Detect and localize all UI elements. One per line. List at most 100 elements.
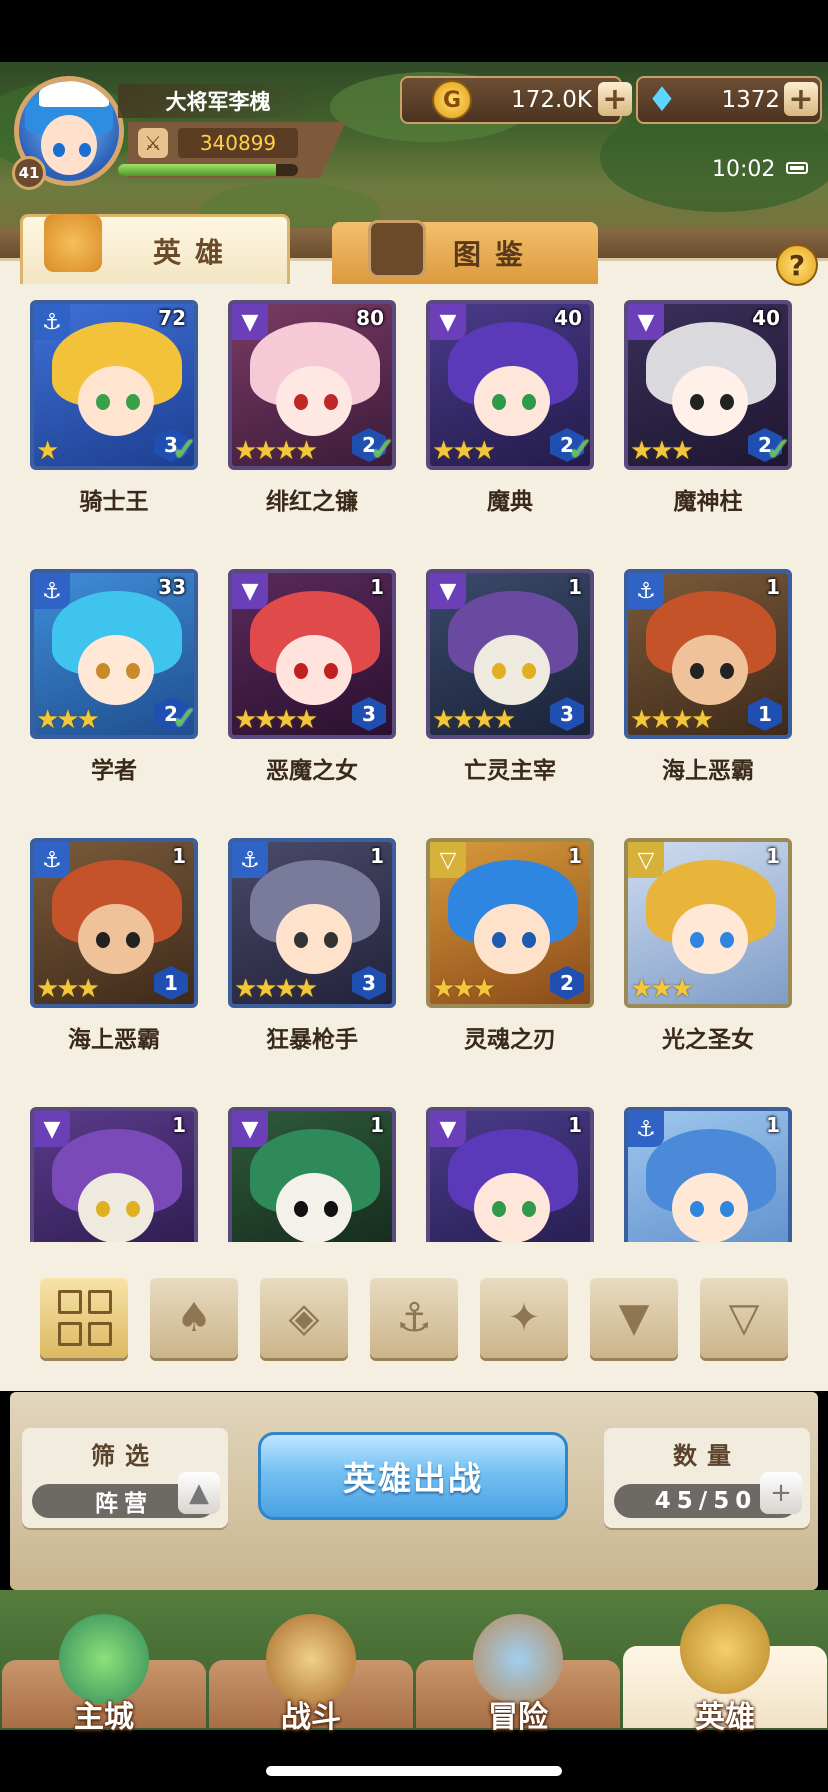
home-indicator[interactable] (266, 1766, 562, 1776)
deploy-heroes-button[interactable]: 英雄出战 (258, 1432, 568, 1520)
nav-main-city-label: 主城 (74, 1700, 134, 1735)
hero-name: 骑士王 (79, 489, 149, 515)
expand-slots-button[interactable]: + (760, 1472, 802, 1514)
demon-faction-icon: ▼ (430, 1111, 466, 1147)
hero-portrait-frame[interactable]: ▼ 1 ★★★★ 3 (426, 569, 594, 739)
hero-level: 1 (766, 1113, 780, 1137)
check-icon: ✓ (171, 430, 198, 468)
battle-icon (266, 1614, 356, 1704)
hero-card[interactable]: ▼ 1 ★★★★ 3 亡灵主宰 (426, 569, 594, 810)
main-city-icon (59, 1614, 149, 1704)
gold-coin-icon: G (432, 80, 472, 120)
hero-card[interactable]: ▼ 1 (426, 1107, 594, 1242)
magnifier-book-icon (368, 220, 426, 278)
heroes-icon (680, 1604, 770, 1694)
hero-portrait-frame[interactable]: ▼ 80 ★★★★ 2 ✓ (228, 300, 396, 470)
hero-card[interactable]: ▼ 1 (228, 1107, 396, 1242)
hero-card[interactable]: ▼ 40 ★★★ 2 ✓ 魔神柱 (624, 300, 792, 541)
holy-faction-filter-button[interactable]: ▽ (700, 1278, 788, 1358)
filter-box: 筛选 阵营 ▲ (22, 1428, 228, 1528)
hero-portrait-frame[interactable]: ⚓ 1 ★★★ 1 (30, 838, 198, 1008)
demon-faction-icon: ▼ (34, 1111, 70, 1147)
hero-portrait-frame[interactable]: ▼ 1 ★★★★ 3 (228, 569, 396, 739)
anchor-faction-icon: ⚓ (34, 573, 70, 609)
hero-level: 72 (158, 306, 186, 330)
nav-battle-label: 战斗 (281, 1700, 341, 1735)
hero-level: 1 (766, 575, 780, 599)
hero-name: 绯红之镰 (266, 489, 358, 515)
anchor-faction-icon: ⚓ (232, 842, 268, 878)
nav-heroes-label: 英雄 (695, 1700, 755, 1735)
hero-card[interactable]: ⚓ 1 ★★★ 1 海上恶霸 (30, 838, 198, 1079)
hero-card[interactable]: ▼ 40 ★★★ 2 ✓ 魔典 (426, 300, 594, 541)
hero-stars: ★★★ (432, 974, 496, 1004)
forest-faction-icon: ♠ (176, 1295, 212, 1341)
hero-portrait-frame[interactable]: ⚓ 1 (624, 1107, 792, 1242)
hero-name: 光之圣女 (662, 1027, 754, 1053)
hero-portrait-frame[interactable]: ⚓ 1 ★★★★ 1 (624, 569, 792, 739)
hero-stars: ★★★★ (234, 436, 318, 466)
hero-portrait-frame[interactable]: ⚓ 33 ★★★ 2 ✓ (30, 569, 198, 739)
beast-faction-filter-button[interactable]: ✦ (480, 1278, 568, 1358)
hero-stars: ★★★★ (234, 974, 318, 1004)
battery-icon (786, 162, 808, 174)
hero-card[interactable]: ▽ 1 ★★★ 光之圣女 (624, 838, 792, 1079)
hero-grid: ⚓ 72 ★ 3 ✓ 骑士王 ▼ 80 ★★★★ 2 ✓ 绯红之镰 ▼ 40 ★… (30, 300, 792, 1242)
hero-portrait-frame[interactable]: ▼ 1 (30, 1107, 198, 1242)
hero-level: 1 (568, 575, 582, 599)
hero-card[interactable]: ▽ 1 ★★★ 2 灵魂之刃 (426, 838, 594, 1079)
hero-level: 1 (172, 844, 186, 868)
help-button[interactable]: ? (776, 244, 818, 286)
hero-stars: ★★★★ (234, 705, 318, 735)
filter-title: 筛选 (91, 1442, 159, 1470)
demon-faction-icon: ▼ (232, 1111, 268, 1147)
xp-bar (118, 164, 298, 176)
anchor-faction-filter-button[interactable]: ⚓ (370, 1278, 458, 1358)
hero-portrait-frame[interactable]: ▼ 40 ★★★ 2 ✓ (624, 300, 792, 470)
hero-name: 亡灵主宰 (464, 758, 556, 784)
filter-toggle-button[interactable]: ▲ (178, 1472, 220, 1514)
shield-faction-filter-button[interactable]: ◈ (260, 1278, 348, 1358)
hero-level: 1 (370, 1113, 384, 1137)
all-grid-filter-button[interactable] (40, 1278, 128, 1358)
hero-portrait-frame[interactable]: ▼ 1 (426, 1107, 594, 1242)
crossed-swords-icon: ⚔ (138, 128, 168, 158)
hero-stars: ★★★ (630, 974, 694, 1004)
shield-faction-icon: ◈ (288, 1295, 320, 1341)
hero-level: 1 (568, 1113, 582, 1137)
hero-card[interactable]: ▼ 80 ★★★★ 2 ✓ 绯红之镰 (228, 300, 396, 541)
anchor-faction-icon: ⚓ (396, 1295, 432, 1341)
hero-name: 海上恶霸 (662, 758, 754, 784)
hero-card[interactable]: ▼ 1 ★★★★ 3 恶魔之女 (228, 569, 396, 810)
hero-portrait-frame[interactable]: ▽ 1 ★★★ 2 (426, 838, 594, 1008)
hero-card[interactable]: ⚓ 72 ★ 3 ✓ 骑士王 (30, 300, 198, 541)
hero-level: 80 (356, 306, 384, 330)
add-gems-button[interactable]: + (784, 82, 818, 117)
hero-portrait-frame[interactable]: ▼ 1 (228, 1107, 396, 1242)
hero-portrait-frame[interactable]: ⚓ 1 ★★★★ 3 (228, 838, 396, 1008)
hero-portrait-frame[interactable]: ▽ 1 ★★★ (624, 838, 792, 1008)
hero-card[interactable]: ▼ 1 (30, 1107, 198, 1242)
holy-faction-icon: ▽ (628, 842, 664, 878)
hero-card[interactable]: ⚓ 1 (624, 1107, 792, 1242)
hero-card[interactable]: ⚓ 1 ★★★★ 1 海上恶霸 (624, 569, 792, 810)
anchor-faction-icon: ⚓ (628, 573, 664, 609)
demon-faction-filter-button[interactable]: ▼ (590, 1278, 678, 1358)
holy-faction-icon: ▽ (728, 1295, 760, 1341)
hero-list[interactable]: ⚓ 72 ★ 3 ✓ 骑士王 ▼ 80 ★★★★ 2 ✓ 绯红之镰 ▼ 40 ★… (0, 290, 828, 1242)
hero-stars: ★ (36, 436, 59, 466)
tab-heroes-label: 英雄 (152, 235, 237, 269)
hero-portrait-frame[interactable]: ⚓ 72 ★ 3 ✓ (30, 300, 198, 470)
anchor-faction-icon: ⚓ (628, 1111, 664, 1147)
hero-portrait-frame[interactable]: ▼ 40 ★★★ 2 ✓ (426, 300, 594, 470)
add-gold-button[interactable]: + (598, 82, 632, 117)
all-grid-icon (58, 1290, 112, 1346)
forest-faction-filter-button[interactable]: ♠ (150, 1278, 238, 1358)
hero-name: 灵魂之刃 (464, 1027, 556, 1053)
hero-card[interactable]: ⚓ 33 ★★★ 2 ✓ 学者 (30, 569, 198, 810)
gem-value: 1372 (721, 87, 780, 113)
nav-adventure-label: 冒险 (488, 1700, 548, 1735)
hero-card[interactable]: ⚓ 1 ★★★★ 3 狂暴枪手 (228, 838, 396, 1079)
hero-name: 学者 (91, 758, 137, 784)
count-box: 数量 45/50 + (604, 1428, 810, 1528)
